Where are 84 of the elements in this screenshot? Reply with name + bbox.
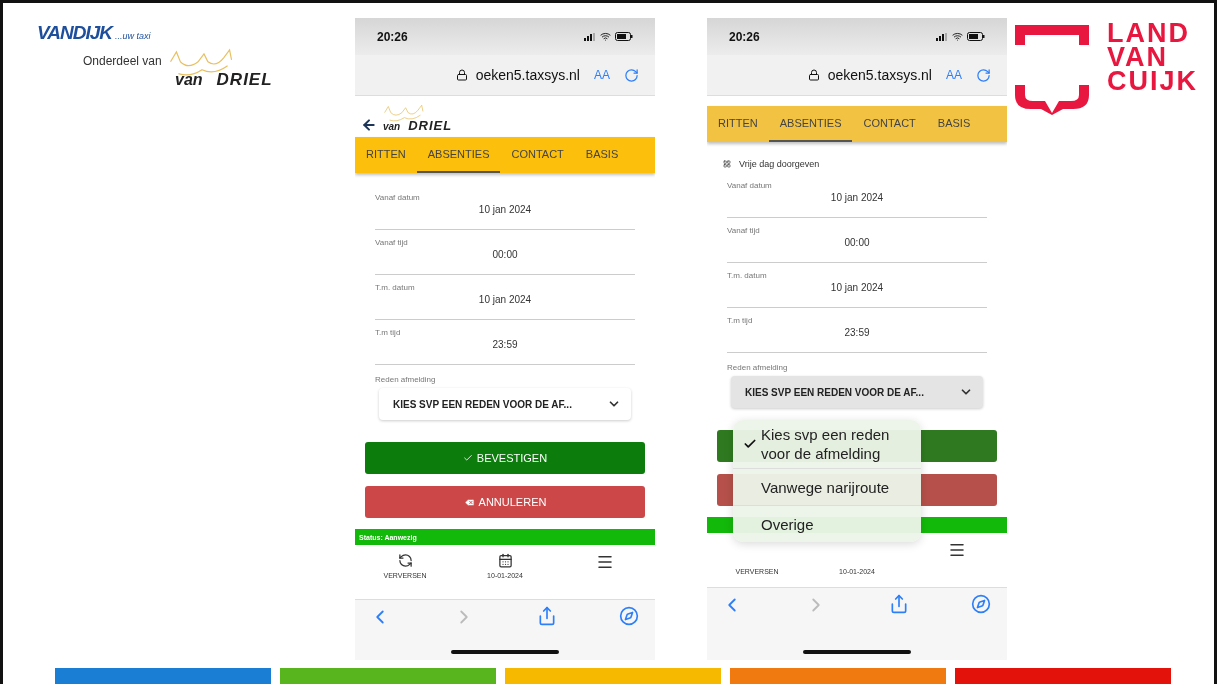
nav-tab[interactable]: ABSENTIES bbox=[768, 106, 853, 142]
share-icon[interactable] bbox=[889, 594, 909, 614]
menu-option[interactable]: Vanwege narijroute bbox=[733, 468, 921, 505]
form-field[interactable]: T.m tijd 23:59 bbox=[727, 308, 987, 353]
logo-text: LAND bbox=[1107, 21, 1191, 45]
form-field[interactable]: T.m tijd 23:59 bbox=[375, 320, 635, 365]
field-value: 10 jan 2024 bbox=[478, 294, 532, 305]
subtitle-text: Onderdeel van bbox=[83, 54, 162, 68]
clock-time: 20:26 bbox=[377, 29, 408, 44]
nav-tab[interactable]: CONTACT bbox=[500, 137, 575, 173]
field-label: Reden afmelding bbox=[727, 363, 788, 372]
wifi-icon bbox=[952, 31, 963, 42]
partner-logo-text: DRIEL bbox=[216, 69, 273, 90]
shield-logo-icon bbox=[1013, 23, 1091, 115]
share-icon[interactable] bbox=[537, 606, 557, 626]
grid-icon bbox=[723, 160, 731, 168]
menu-icon[interactable] bbox=[948, 541, 966, 559]
logo-text: VAN bbox=[1107, 45, 1168, 69]
select-value: KIES SVP EEN REDEN VOOR DE AF... bbox=[745, 386, 924, 398]
battery-icon bbox=[967, 32, 985, 41]
address-bar[interactable]: oeken5.taxsys.nl AA bbox=[707, 55, 1007, 96]
wifi-icon bbox=[600, 31, 611, 42]
back-arrow-icon[interactable] bbox=[361, 117, 377, 133]
form-field[interactable]: Vanaf tijd 00:00 bbox=[375, 230, 635, 275]
nav-tab[interactable]: RITTEN bbox=[355, 137, 417, 173]
signal-icon bbox=[584, 32, 596, 41]
field-label: T.m tijd bbox=[727, 316, 753, 325]
reload-icon[interactable] bbox=[976, 67, 991, 83]
lock-icon bbox=[455, 69, 468, 81]
field-value: 23:59 bbox=[844, 327, 870, 338]
form-field[interactable]: Vanaf tijd 00:00 bbox=[727, 218, 987, 263]
form-field[interactable]: T.m. datum 10 jan 2024 bbox=[375, 275, 635, 320]
menu-option[interactable]: Overige bbox=[733, 505, 921, 542]
menu-option[interactable]: Kies svp een reden voor de afmelding bbox=[733, 420, 921, 468]
nav-tab[interactable]: ABSENTIES bbox=[416, 137, 501, 173]
check-icon bbox=[743, 437, 757, 451]
nav-tab[interactable]: BASIS bbox=[574, 137, 630, 173]
check-icon bbox=[462, 453, 473, 463]
reason-select[interactable]: KIES SVP EEN REDEN VOOR DE AF... bbox=[731, 376, 983, 408]
form-field[interactable]: Vanaf datum 10 jan 2024 bbox=[375, 185, 635, 230]
field-value: 00:00 bbox=[844, 237, 870, 248]
url-text: oeken5.taxsys.nl bbox=[475, 67, 580, 83]
field-value: 23:59 bbox=[492, 339, 518, 350]
refresh-icon bbox=[397, 553, 413, 568]
cancel-button[interactable]: ANNULEREN bbox=[365, 486, 645, 518]
clock-time: 20:26 bbox=[729, 29, 760, 44]
url-text: oeken5.taxsys.nl bbox=[827, 67, 932, 83]
compass-icon[interactable] bbox=[971, 594, 991, 614]
field-value: 10 jan 2024 bbox=[830, 282, 884, 293]
field-label: T.m. datum bbox=[727, 271, 767, 280]
compass-icon[interactable] bbox=[619, 606, 639, 626]
form-field[interactable]: T.m. datum 10 jan 2024 bbox=[727, 263, 987, 308]
reload-icon[interactable] bbox=[624, 67, 639, 83]
logo-text: CUIJK bbox=[1107, 69, 1198, 93]
nav-tab[interactable]: RITTEN bbox=[707, 106, 769, 142]
field-label: Vanaf tijd bbox=[375, 238, 408, 247]
field-label: T.m tijd bbox=[375, 328, 401, 337]
section-title: Vrije dag doorgeven bbox=[739, 159, 820, 169]
calendar-icon bbox=[497, 553, 513, 568]
field-value: 10 jan 2024 bbox=[830, 192, 884, 203]
signal-icon bbox=[936, 32, 948, 41]
logo-text: DRIEL bbox=[408, 118, 453, 133]
field-value: 10 jan 2024 bbox=[478, 204, 532, 215]
brand-logo-text: VANDIJK bbox=[37, 22, 112, 44]
field-value: 00:00 bbox=[492, 249, 518, 260]
reason-select[interactable]: KIES SVP EEN REDEN VOOR DE AF... bbox=[379, 388, 631, 420]
field-label: Vanaf tijd bbox=[727, 226, 760, 235]
field-label: Vanaf datum bbox=[375, 193, 420, 202]
logo-text: van bbox=[383, 121, 401, 132]
partner-logo-text: van bbox=[175, 70, 203, 89]
field-label: Reden afmelding bbox=[375, 375, 436, 384]
nav-tab[interactable]: CONTACT bbox=[852, 106, 927, 142]
brand-tagline: ...uw taxi bbox=[115, 31, 151, 43]
field-label: T.m. datum bbox=[375, 283, 415, 292]
address-bar[interactable]: oeken5.taxsys.nl AA bbox=[355, 55, 655, 96]
lock-icon bbox=[807, 69, 820, 81]
field-label: Vanaf datum bbox=[727, 181, 772, 190]
battery-icon bbox=[615, 32, 633, 41]
select-value: KIES SVP EEN REDEN VOOR DE AF... bbox=[393, 398, 572, 410]
menu-icon[interactable] bbox=[596, 553, 614, 571]
confirm-button[interactable]: BEVESTIGEN bbox=[365, 442, 645, 474]
backspace-icon bbox=[463, 496, 475, 508]
form-field[interactable]: Vanaf datum 10 jan 2024 bbox=[727, 173, 987, 218]
nav-tab[interactable]: BASIS bbox=[926, 106, 982, 142]
